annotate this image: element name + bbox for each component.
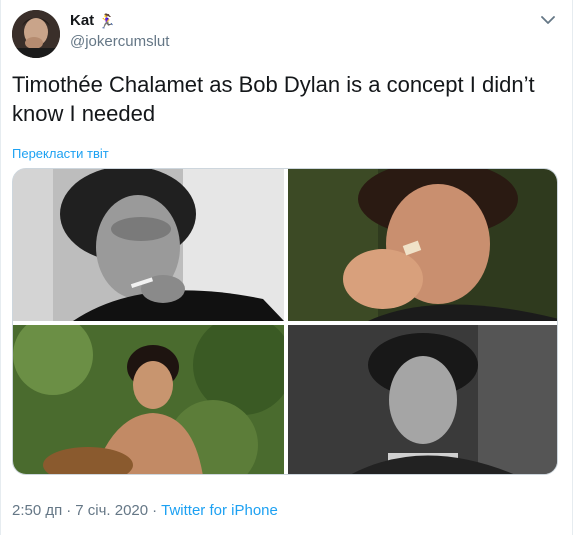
tweet-source-link[interactable]: Twitter for iPhone	[161, 502, 278, 519]
tweet-meta: 2:50 дп · 7 січ. 2020 · Twitter for iPho…	[12, 502, 278, 519]
avatar[interactable]	[12, 10, 60, 58]
tweet-card: Kat 🏃‍♀️ @jokercumslut Timothée Chalamet…	[0, 0, 573, 535]
tweet-text: Timothée Chalamet as Bob Dylan is a conc…	[12, 72, 535, 126]
meta-separator: ·	[66, 502, 72, 519]
photo-4[interactable]	[288, 325, 557, 474]
chevron-down-icon[interactable]	[540, 12, 556, 28]
runner-emoji: 🏃‍♀️	[98, 12, 116, 29]
translate-tweet-link[interactable]: Перекласти твіт	[12, 146, 109, 161]
user-handle[interactable]: @jokercumslut	[70, 33, 169, 50]
photo-3[interactable]	[13, 325, 284, 474]
media-grid	[12, 168, 558, 475]
photo-1[interactable]	[13, 169, 284, 321]
tweet-date[interactable]: 7 січ. 2020	[75, 502, 148, 519]
display-name[interactable]: Kat	[70, 12, 94, 29]
tweet-time[interactable]: 2:50 дп	[12, 502, 62, 519]
name-row: Kat 🏃‍♀️	[70, 12, 116, 29]
photo-2[interactable]	[288, 169, 557, 321]
meta-separator-2: ·	[152, 502, 158, 519]
